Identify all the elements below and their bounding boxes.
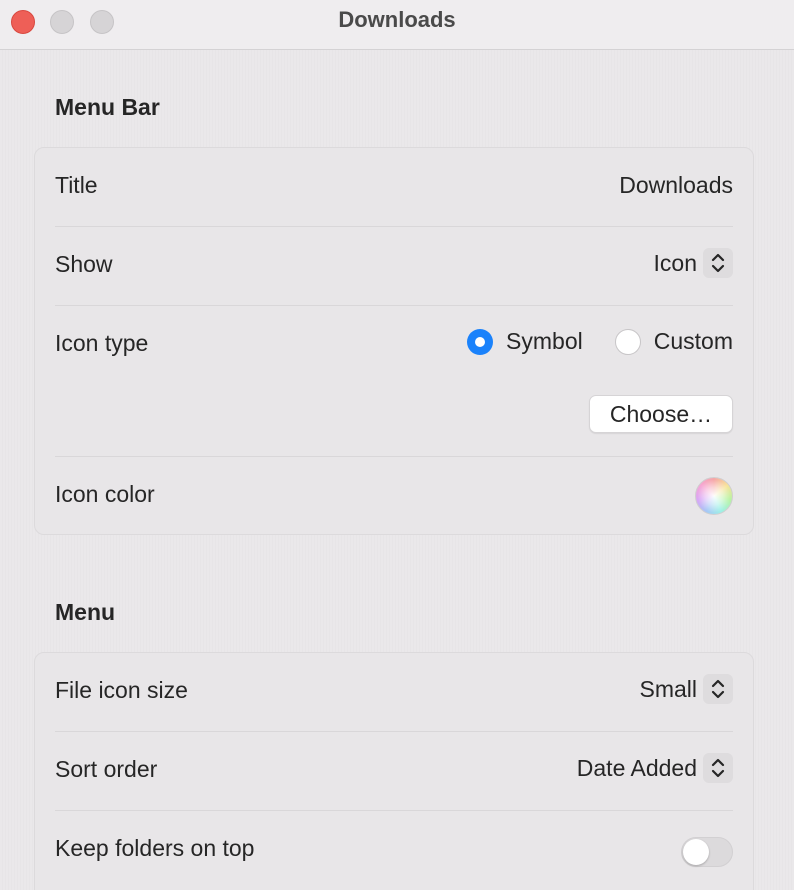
file-icon-size-popup-button[interactable]: Small [639, 673, 733, 705]
show-row: Show Icon [55, 227, 733, 305]
window-title: Downloads [338, 7, 456, 32]
title-label: Title [55, 172, 98, 198]
icon-color-label: Icon color [55, 481, 155, 507]
icon-type-label: Icon type [55, 330, 149, 356]
chevron-up-down-icon [703, 248, 733, 278]
chevron-up-down-icon [703, 753, 733, 783]
sort-order-value: Date Added [576, 754, 697, 781]
menu-settings-group: File icon size Small Sort order Date Add… [34, 652, 754, 890]
icon-color-row: Icon color [55, 457, 733, 535]
toggle-knob [683, 839, 709, 865]
file-icon-size-label: File icon size [55, 677, 188, 703]
file-icon-size-row: File icon size Small [55, 653, 733, 731]
custom-radio-button[interactable] [614, 328, 641, 355]
icon-type-radio-group: Symbol Custom [467, 328, 733, 355]
title-input[interactable]: Downloads [619, 172, 733, 199]
settings-content: Menu Bar Title Downloads Show Icon Icon … [0, 50, 794, 890]
title-bar: Downloads [0, 0, 794, 50]
menu-bar-settings-group: Title Downloads Show Icon Icon type Symb… [34, 147, 754, 535]
title-row: Title Downloads [55, 148, 733, 226]
sort-order-label: Sort order [55, 756, 158, 782]
keep-folders-on-top-row: Keep folders on top [55, 811, 733, 889]
show-label: Show [55, 251, 113, 277]
chevron-up-down-icon [703, 674, 733, 704]
color-wheel-icon[interactable] [695, 477, 733, 515]
icon-type-row: Icon type Symbol Custom Choose… [55, 306, 733, 456]
downloads-window: Downloads Menu Bar Title Downloads Show … [0, 0, 794, 890]
menu-section-heading: Menu [55, 599, 116, 625]
show-popup-button[interactable]: Icon [654, 247, 733, 279]
sort-order-popup-button[interactable]: Date Added [577, 752, 733, 784]
sort-order-row: Sort order Date Added [55, 732, 733, 810]
custom-radio-label[interactable]: Custom [654, 328, 733, 355]
file-icon-size-value: Small [639, 675, 697, 702]
choose-icon-button[interactable]: Choose… [589, 395, 733, 433]
show-popup-value: Icon [653, 249, 697, 276]
keep-folders-on-top-toggle[interactable] [681, 837, 733, 867]
symbol-radio-button[interactable] [467, 328, 494, 355]
keep-folders-on-top-label: Keep folders on top [55, 835, 255, 861]
symbol-radio-label[interactable]: Symbol [506, 328, 583, 355]
menu-bar-section-heading: Menu Bar [55, 94, 160, 120]
